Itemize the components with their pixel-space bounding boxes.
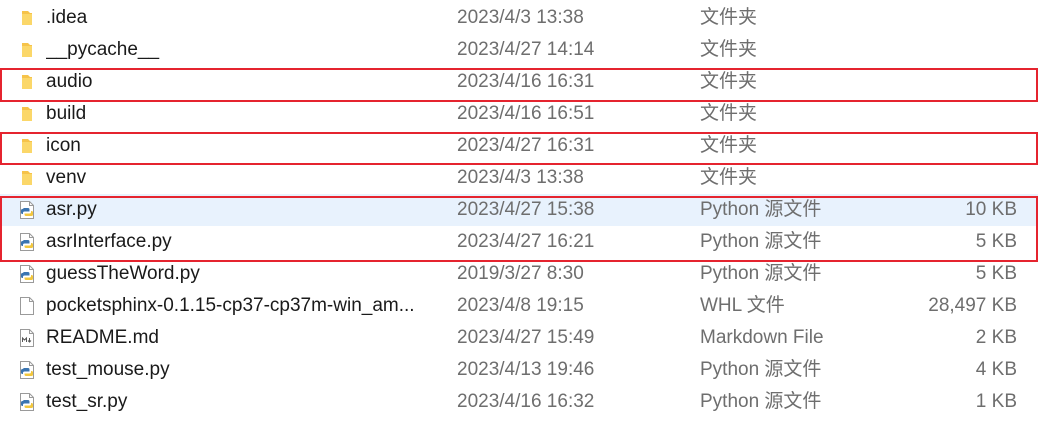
file-size: 4 KB	[975, 359, 1017, 380]
python-file-icon	[18, 386, 36, 418]
file-type: 文件夹	[700, 167, 758, 188]
file-name: pocketsphinx-0.1.15-cp37-cp37m-win_am...	[46, 295, 415, 316]
file-type: 文件夹	[700, 103, 758, 124]
file-name: venv	[46, 167, 87, 188]
file-name: asr.py	[46, 199, 97, 220]
file-date-modified: 2023/4/8 19:15	[457, 295, 584, 316]
python-file-icon	[18, 194, 36, 226]
python-file-icon	[18, 258, 36, 290]
file-name: .idea	[46, 7, 88, 28]
file-row[interactable]: pocketsphinx-0.1.15-cp37-cp37m-win_am...…	[0, 290, 1038, 322]
folder-icon	[18, 2, 36, 34]
file-row[interactable]: build 2023/4/16 16:51 文件夹	[0, 98, 1038, 130]
file-row[interactable]: __pycache__ 2023/4/27 14:14 文件夹	[0, 34, 1038, 66]
file-name: README.md	[46, 327, 159, 348]
python-file-icon	[18, 226, 36, 258]
markdown-file-icon	[18, 322, 36, 354]
file-date-modified: 2023/4/27 16:31	[457, 135, 595, 156]
file-date-modified: 2019/3/27 8:30	[457, 263, 584, 284]
file-type: Python 源文件	[700, 231, 822, 252]
file-date-modified: 2023/4/16 16:51	[457, 103, 595, 124]
file-row[interactable]: .idea 2023/4/3 13:38 文件夹	[0, 2, 1038, 34]
file-date-modified: 2023/4/27 14:14	[457, 39, 595, 60]
file-row[interactable]: test_sr.py 2023/4/16 16:32 Python 源文件 1 KB	[0, 386, 1038, 418]
folder-icon	[18, 66, 36, 98]
file-size: 5 KB	[975, 263, 1017, 284]
file-size: 5 KB	[975, 231, 1017, 252]
generic-file-icon	[18, 290, 36, 322]
file-name: icon	[46, 135, 81, 156]
file-type: Python 源文件	[700, 199, 822, 220]
folder-icon	[18, 34, 36, 66]
folder-icon	[18, 130, 36, 162]
folder-icon	[18, 162, 36, 194]
file-name: __pycache__	[46, 39, 160, 60]
folder-icon	[18, 98, 36, 130]
file-row[interactable]: README.md 2023/4/27 15:49 Markdown File 2 K…	[0, 322, 1038, 354]
file-name: asrInterface.py	[46, 231, 172, 252]
file-date-modified: 2023/4/3 13:38	[457, 7, 584, 28]
file-row[interactable]: venv 2023/4/3 13:38 文件夹	[0, 162, 1038, 194]
file-type: WHL 文件	[700, 295, 785, 316]
file-name: build	[46, 103, 87, 124]
file-date-modified: 2023/4/27 15:38	[457, 199, 595, 220]
file-type: Python 源文件	[700, 359, 822, 380]
file-row[interactable]: test_mouse.py 2023/4/13 19:46 Python 源文件 4 …	[0, 354, 1038, 386]
file-row[interactable]: audio 2023/4/16 16:31 文件夹	[0, 66, 1038, 98]
file-date-modified: 2023/4/13 19:46	[457, 359, 595, 380]
file-type: Python 源文件	[700, 263, 822, 284]
file-date-modified: 2023/4/27 16:21	[457, 231, 595, 252]
file-type: Python 源文件	[700, 391, 822, 412]
file-type: 文件夹	[700, 39, 758, 60]
file-type: 文件夹	[700, 135, 758, 156]
file-row[interactable]: icon 2023/4/27 16:31 文件夹	[0, 130, 1038, 162]
file-name: test_sr.py	[46, 391, 128, 412]
file-row[interactable]: asrInterface.py 2023/4/27 16:21 Python 源文件…	[0, 226, 1038, 258]
python-file-icon	[18, 354, 36, 386]
file-size: 10 KB	[965, 199, 1017, 220]
file-date-modified: 2023/4/3 13:38	[457, 167, 584, 188]
file-type: 文件夹	[700, 7, 758, 28]
file-name: guessTheWord.py	[46, 263, 200, 284]
file-row[interactable]: guessTheWord.py 2019/3/27 8:30 Python 源文件 5…	[0, 258, 1038, 290]
file-type: 文件夹	[700, 71, 758, 92]
file-size: 1 KB	[975, 391, 1017, 412]
file-size: 2 KB	[975, 327, 1017, 348]
file-list: .idea 2023/4/3 13:38 文件夹 __pycache__ 2023/4/…	[0, 2, 1038, 418]
file-date-modified: 2023/4/16 16:31	[457, 71, 595, 92]
file-name: audio	[46, 71, 93, 92]
file-date-modified: 2023/4/27 15:49	[457, 327, 595, 348]
file-type: Markdown File	[700, 327, 824, 348]
file-name: test_mouse.py	[46, 359, 170, 380]
file-date-modified: 2023/4/16 16:32	[457, 391, 595, 412]
file-row[interactable]: asr.py 2023/4/27 15:38 Python 源文件 10 KB	[0, 194, 1038, 226]
file-size: 28,497 KB	[928, 295, 1017, 316]
